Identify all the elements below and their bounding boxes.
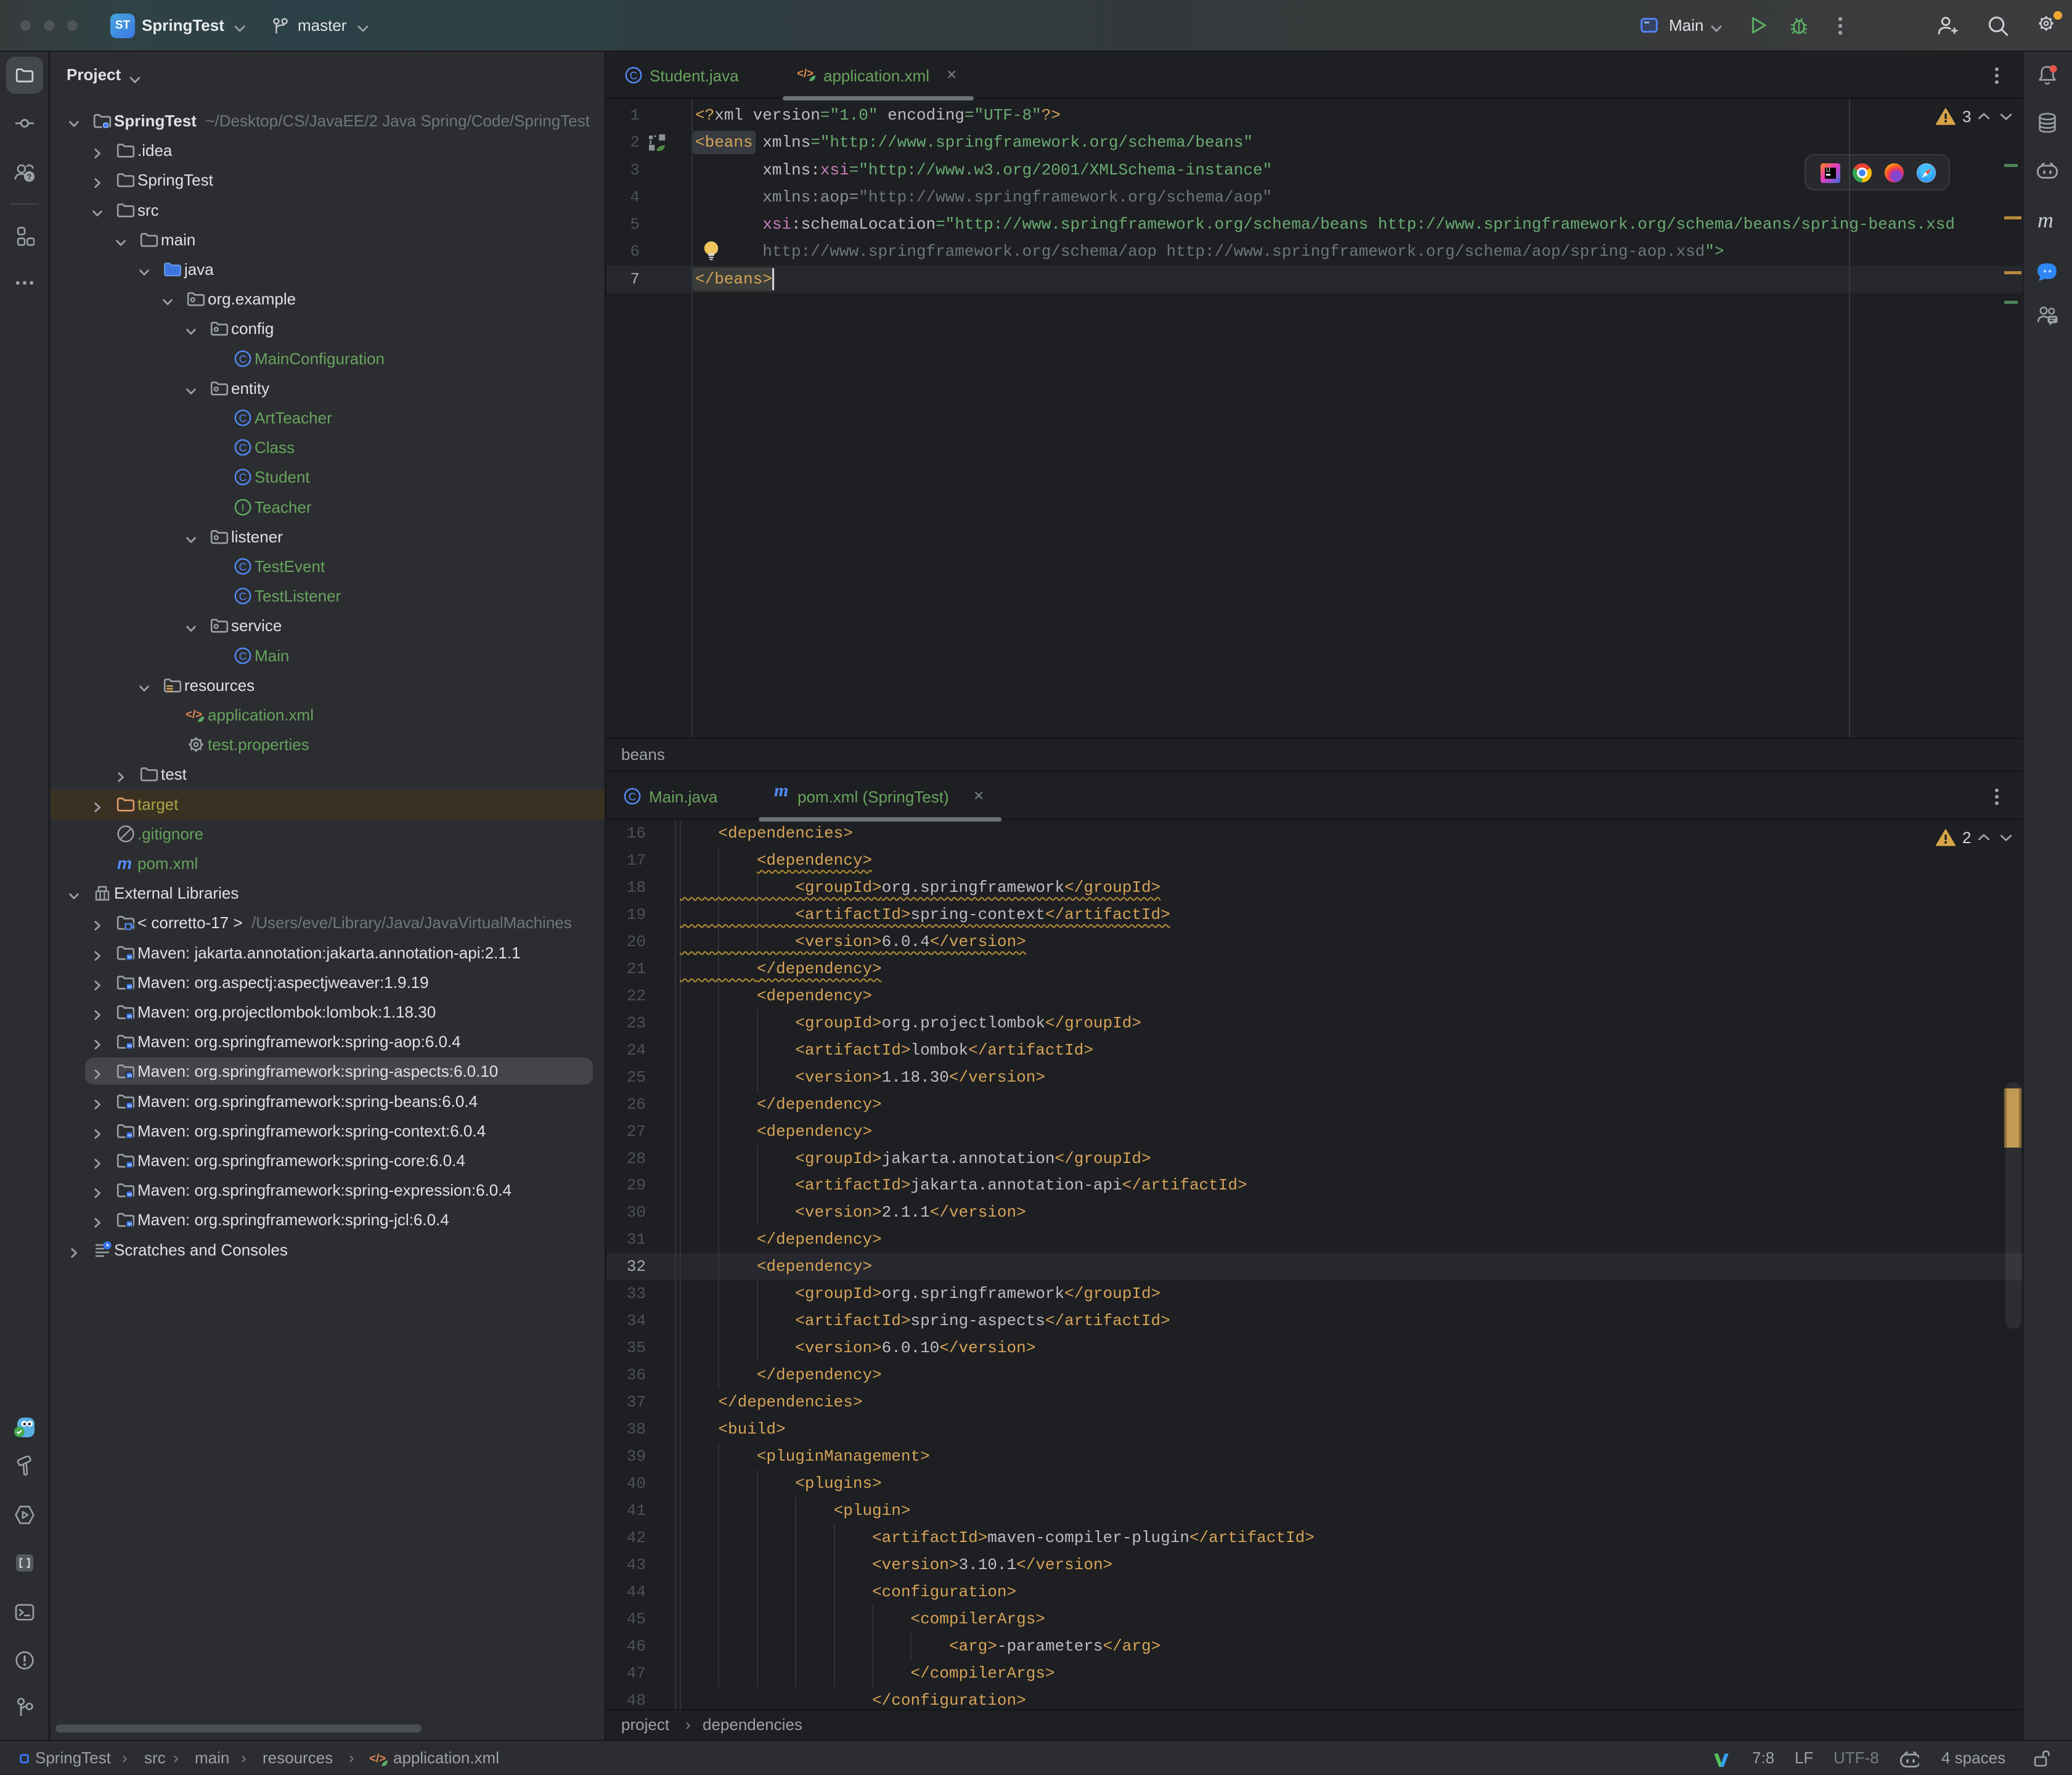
svg-text:C: C [239, 442, 247, 454]
svg-text:C: C [239, 412, 247, 424]
svg-text:C: C [239, 471, 247, 484]
svg-text:C: C [630, 69, 638, 81]
svg-text:C: C [239, 353, 247, 365]
svg-text:?: ? [27, 173, 31, 182]
svg-text:C: C [239, 590, 247, 603]
svg-text:C: C [239, 650, 247, 662]
svg-text:C: C [239, 560, 247, 573]
svg-text:C: C [629, 790, 637, 802]
svg-text:I: I [242, 501, 245, 513]
svg-text:m: m [117, 854, 132, 873]
